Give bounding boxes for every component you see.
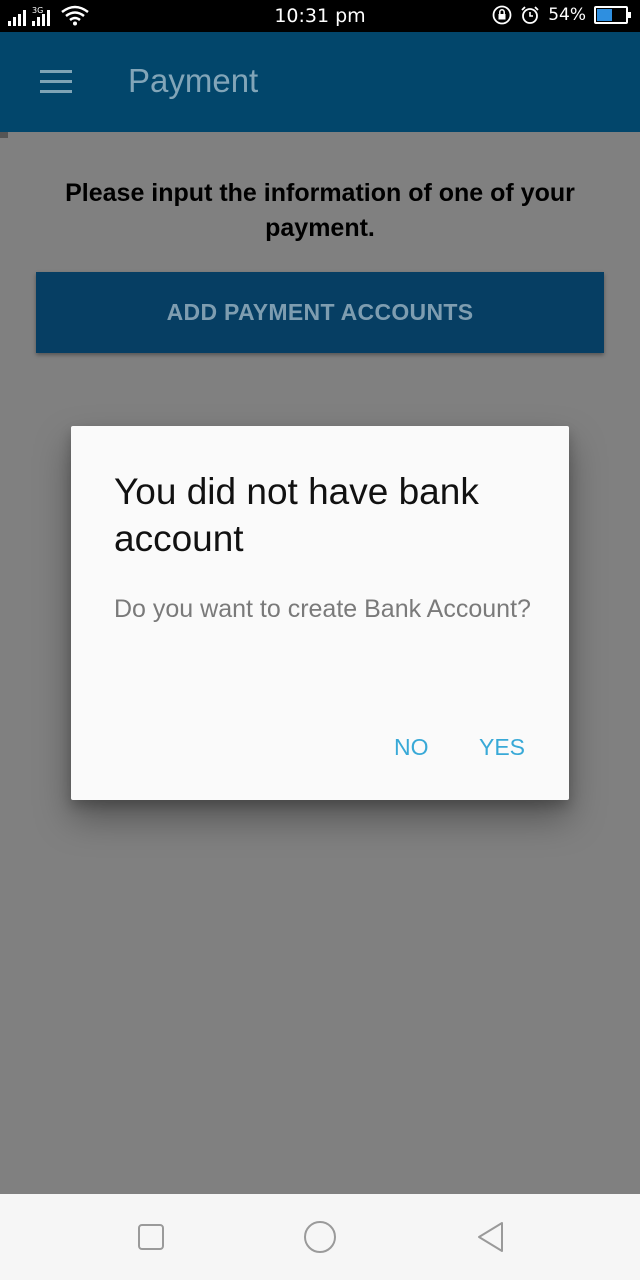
dialog-yes-button[interactable]: YES [479, 734, 525, 761]
lock-icon [492, 5, 512, 25]
dialog-message: Do you want to create Bank Account? [114, 595, 531, 623]
back-icon[interactable] [474, 1220, 508, 1254]
hamburger-menu-icon[interactable] [36, 68, 76, 96]
battery-level [597, 9, 613, 21]
app-bar-edge-mark [0, 132, 8, 138]
battery-icon [594, 6, 631, 24]
battery-percent: 54% [548, 5, 586, 25]
home-icon[interactable] [303, 1220, 337, 1254]
dialog-title: You did not have bank account [114, 471, 479, 559]
page-title: Payment [128, 62, 259, 99]
app-bar: Payment [0, 32, 640, 132]
add-payment-accounts-button[interactable]: ADD PAYMENT ACCOUNTS [36, 272, 604, 353]
recent-apps-icon[interactable] [134, 1220, 168, 1254]
status-right: 54% [492, 5, 631, 25]
dialog-no-button[interactable]: NO [394, 734, 429, 761]
alarm-icon [521, 6, 539, 24]
status-bar: 3G 10:31 pm 54% [0, 0, 640, 32]
bank-account-dialog: You did not have bank account Do you wan… [71, 426, 569, 800]
payment-instruction-text: Please input the information of one of y… [65, 179, 575, 242]
system-nav-bar [0, 1194, 640, 1280]
